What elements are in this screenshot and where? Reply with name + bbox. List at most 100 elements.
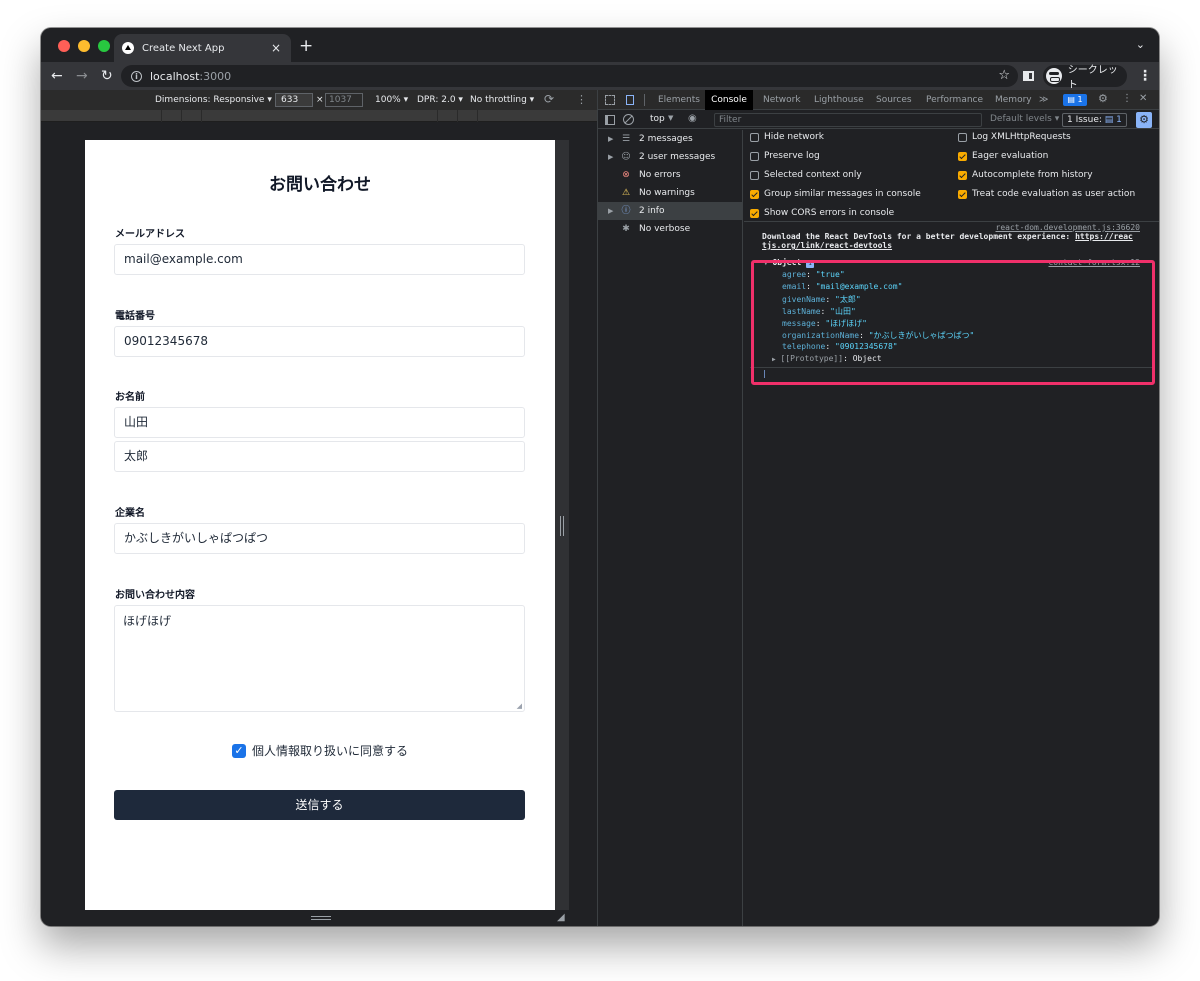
checkbox-checked[interactable] <box>958 189 967 199</box>
checkbox[interactable] <box>750 151 759 161</box>
devtools-link-continued[interactable]: tjs.org/link/react-devtools <box>762 241 892 250</box>
browser-tab[interactable]: Create Next App × <box>114 34 291 62</box>
browser-menu-icon[interactable]: ⋮ <box>1138 68 1152 84</box>
tab-elements[interactable]: Elements <box>658 95 700 105</box>
preserve-log-checkbox[interactable]: Preserve log <box>750 151 820 161</box>
treat-code-checkbox[interactable]: Treat code evaluation as user action <box>958 189 1135 199</box>
height-resize-handle[interactable] <box>311 916 331 920</box>
dpr-dropdown[interactable]: DPR: 2.0 ▾ <box>417 95 463 105</box>
group-similar-checkbox[interactable]: Group similar messages in console <box>750 189 921 199</box>
checkbox-label: Hide network <box>764 132 824 142</box>
console-sidebar-icon[interactable] <box>605 115 615 125</box>
reload-icon[interactable]: ↻ <box>101 67 113 85</box>
console-filter-input[interactable]: Filter <box>714 113 982 127</box>
back-arrow-icon[interactable]: ← <box>51 67 63 85</box>
tab-search-chevron-icon[interactable]: ⌄ <box>1136 38 1145 51</box>
devtools-link[interactable]: https://reac <box>1075 232 1133 241</box>
site-info-icon[interactable]: i <box>131 70 142 82</box>
warning-icon: ⚠ <box>621 188 631 198</box>
log-xhr-checkbox[interactable]: Log XMLHttpRequests <box>958 132 1071 142</box>
bookmark-star-icon[interactable]: ☆ <box>998 68 1010 83</box>
sidebar-item-verbose[interactable]: ✱ No verbose <box>598 220 743 238</box>
console-prompt-caret[interactable]: | <box>762 369 767 378</box>
prototype-key: [[Prototype]] <box>780 354 844 363</box>
corner-resize-handle[interactable]: ◢ <box>557 912 565 923</box>
clear-console-icon[interactable] <box>623 114 634 125</box>
live-expression-eye-icon[interactable]: ◉ <box>688 113 697 124</box>
context-selector[interactable]: top <box>650 114 665 124</box>
checkbox-checked[interactable] <box>958 151 967 161</box>
width-resize-handle[interactable] <box>560 516 564 536</box>
media-query-ruler <box>41 110 597 122</box>
tab-network[interactable]: Network <box>763 95 801 105</box>
side-panel-icon[interactable] <box>1023 71 1034 81</box>
context-dropdown-icon[interactable]: ▼ <box>668 114 673 122</box>
last-name-field[interactable]: 山田 <box>114 407 525 438</box>
prototype-row[interactable]: ▶ [[Prototype]]: Object <box>772 354 882 363</box>
hide-network-checkbox[interactable]: Hide network <box>750 132 824 142</box>
checkbox[interactable] <box>750 170 759 180</box>
show-cors-checkbox[interactable]: Show CORS errors in console <box>750 208 894 218</box>
devtools-more-icon[interactable]: ⋮ <box>1122 93 1132 104</box>
message-source-link[interactable]: contact-form.tsx:12 <box>1048 258 1140 267</box>
checkbox-checked[interactable] <box>750 189 759 199</box>
user-icon: ☺ <box>621 152 631 162</box>
incognito-label: シークレット <box>1067 65 1118 91</box>
more-tabs-icon[interactable]: ≫ <box>1039 95 1048 105</box>
incognito-indicator[interactable]: シークレット <box>1043 65 1127 91</box>
device-toolbar-icon[interactable] <box>626 95 634 105</box>
tab-lighthouse[interactable]: Lighthouse <box>814 95 864 105</box>
tab-sources[interactable]: Sources <box>876 95 912 105</box>
message-textarea[interactable]: ほげほげ ◢ <box>114 605 525 712</box>
autocomplete-checkbox[interactable]: Autocomplete from history <box>958 170 1093 180</box>
nextjs-favicon-icon <box>122 42 134 54</box>
submit-button[interactable]: 送信する <box>114 790 525 820</box>
log-levels-dropdown[interactable]: Default levels ▾ <box>990 114 1059 124</box>
phone-field[interactable]: 09012345678 <box>114 326 525 357</box>
sidebar-item-user-messages[interactable]: ▶ ☺ 2 user messages <box>598 148 743 166</box>
given-name-field[interactable]: 太郎 <box>114 441 525 472</box>
checkbox[interactable] <box>958 132 967 142</box>
checkbox-checked[interactable] <box>750 208 759 218</box>
inspect-element-icon[interactable] <box>605 95 615 105</box>
sidebar-item-warnings[interactable]: ⚠ No warnings <box>598 184 743 202</box>
new-tab-button[interactable]: + <box>299 36 313 56</box>
selected-context-checkbox[interactable]: Selected context only <box>750 170 862 180</box>
tab-console[interactable]: Console <box>705 90 753 110</box>
email-label: メールアドレス <box>115 229 185 240</box>
sidebar-item-info[interactable]: ▶ ⓘ 2 info <box>598 202 743 220</box>
forward-arrow-icon[interactable]: → <box>76 67 88 85</box>
maximize-window-button[interactable] <box>98 40 110 52</box>
close-window-button[interactable] <box>58 40 70 52</box>
viewport-height-input[interactable]: 1037 <box>325 93 363 107</box>
settings-gear-icon[interactable]: ⚙ <box>1098 92 1108 105</box>
console-settings-icon[interactable]: ⚙ <box>1136 112 1152 128</box>
object-header[interactable]: ▼ Object i <box>764 258 815 268</box>
viewport-width-input[interactable]: 633 <box>275 93 313 107</box>
rotate-icon[interactable]: ⟳ <box>544 92 554 106</box>
message-source-link[interactable]: react-dom.development.js:36620 <box>996 223 1141 232</box>
checkbox-checked[interactable] <box>958 170 967 180</box>
eager-eval-checkbox[interactable]: Eager evaluation <box>958 151 1048 161</box>
minimize-window-button[interactable] <box>78 40 90 52</box>
tab-close-icon[interactable]: × <box>269 41 283 55</box>
device-more-icon[interactable]: ⋮ <box>576 93 587 106</box>
dimensions-dropdown[interactable]: Dimensions: Responsive ▾ <box>155 95 272 105</box>
sidebar-item-messages[interactable]: ▶ ☰ 2 messages <box>598 130 743 148</box>
tab-performance[interactable]: Performance <box>926 95 983 105</box>
devtools-close-icon[interactable]: ✕ <box>1139 93 1147 104</box>
issues-counter[interactable]: 1 Issue: ▤ 1 <box>1062 113 1127 127</box>
tab-memory[interactable]: Memory <box>995 95 1032 105</box>
throttling-dropdown[interactable]: No throttling ▾ <box>470 95 534 105</box>
issues-badge[interactable]: ▤ 1 <box>1063 94 1087 106</box>
agree-checkbox[interactable]: ✓ <box>231 743 246 758</box>
zoom-dropdown[interactable]: 100% ▾ <box>375 95 408 105</box>
resize-grip-icon[interactable]: ◢ <box>517 702 522 710</box>
company-field[interactable]: かぶしきがいしゃぱつぱつ <box>114 523 525 554</box>
checkbox[interactable] <box>750 132 759 142</box>
email-field[interactable]: mail@example.com <box>114 244 525 275</box>
agree-label[interactable]: 個人情報取り扱いに同意する <box>252 742 408 759</box>
sidebar-item-errors[interactable]: ⊗ No errors <box>598 166 743 184</box>
dimension-separator: × <box>316 95 324 105</box>
address-bar[interactable]: i localhost:3000 ☆ <box>121 65 1018 87</box>
